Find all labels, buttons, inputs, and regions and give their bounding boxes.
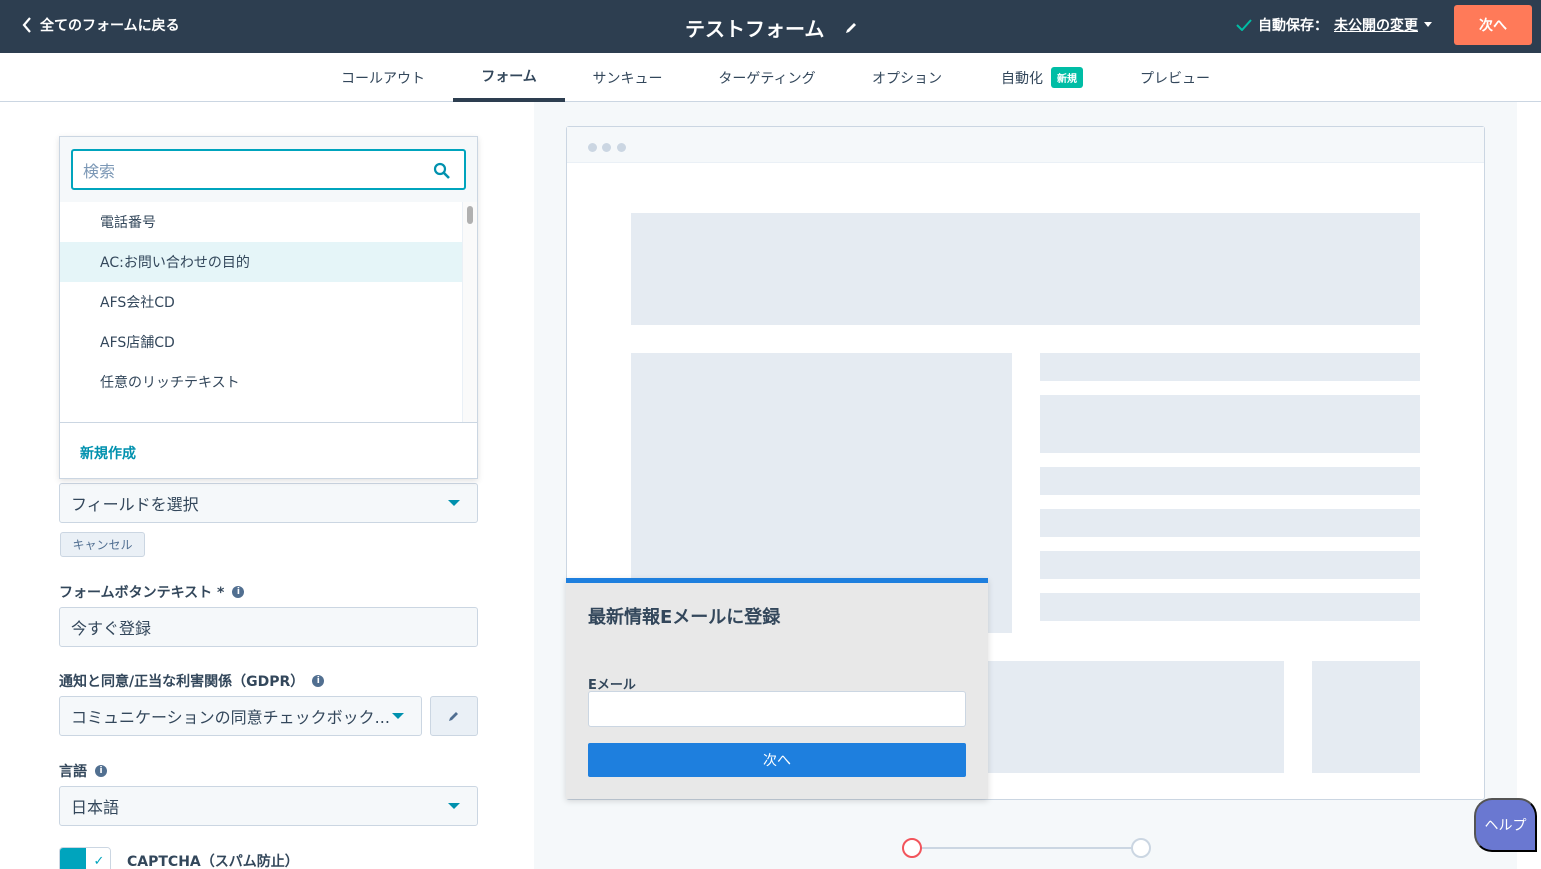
placeholder-line (1040, 395, 1420, 453)
autosave-status: 自動保存： 未公開の変更 (1236, 15, 1432, 35)
placeholder-block (631, 213, 1420, 325)
caret-down-icon (448, 803, 460, 809)
gdpr-label-row: 通知と同意/正当な利害関係（GDPR） i (59, 671, 325, 691)
check-icon (1236, 19, 1252, 31)
info-icon[interactable]: i (95, 765, 107, 777)
captcha-label: CAPTCHA（スパム防止） (127, 854, 299, 869)
window-dot (602, 143, 611, 152)
tab-options[interactable]: オプション (864, 53, 950, 102)
button-text-value: 今すぐ登録 (71, 619, 152, 638)
search-placeholder: 検索 (83, 161, 116, 181)
edit-gdpr-button[interactable] (430, 696, 478, 736)
tab-label: フォーム (481, 68, 537, 85)
language-value: 日本語 (71, 798, 120, 817)
tab-label: コールアウト (341, 70, 425, 87)
caret-down-icon (392, 713, 404, 719)
button-text-input[interactable]: 今すぐ登録 (59, 607, 478, 647)
gdpr-select[interactable]: コミュニケーションの同意チェックボック... (59, 696, 422, 736)
list-item[interactable]: AFS店舗CD (60, 322, 462, 362)
tab-preview[interactable]: プレビュー (1134, 53, 1216, 102)
caret-down-icon (448, 500, 460, 506)
dropdown-search-area: 検索 (60, 137, 477, 202)
chevron-left-icon (22, 17, 31, 33)
placeholder-line (1040, 509, 1420, 537)
tab-form[interactable]: フォーム (453, 53, 565, 102)
form-title: テストフォーム (685, 17, 825, 41)
info-icon[interactable]: i (232, 586, 245, 598)
placeholder-line (1040, 593, 1420, 621)
dropdown-footer: 新規作成 (60, 422, 477, 478)
create-new-link[interactable]: 新規作成 (80, 443, 136, 463)
list-item-label: 電話番号 (100, 215, 156, 231)
tab-label: 自動化 (1001, 70, 1043, 87)
tab-automation[interactable]: 自動化 新規 (990, 53, 1094, 102)
email-field[interactable] (588, 691, 966, 727)
gdpr-label: 通知と同意/正当な利害関係（GDPR） (59, 674, 305, 690)
list-item-label: AC:お問い合わせの目的 (100, 255, 250, 271)
step-indicator[interactable] (1131, 838, 1151, 858)
window-dot (617, 143, 626, 152)
tab-label: プレビュー (1140, 70, 1210, 87)
dropdown-scrollbar[interactable] (462, 202, 477, 422)
scrollbar-thumb[interactable] (467, 206, 473, 224)
pencil-icon (449, 712, 458, 721)
list-item-label: 任意のリッチテキスト (100, 375, 240, 391)
popup-form-preview: 最新情報Eメールに登録 Eメール 次へ (566, 578, 988, 799)
list-item[interactable]: AC:お問い合わせの目的 (60, 242, 462, 282)
placeholder-line (1040, 467, 1420, 495)
gdpr-value: コミュニケーションの同意チェックボック... (71, 708, 390, 727)
list-item[interactable]: 電話番号 (60, 202, 462, 242)
captcha-toggle[interactable]: ✓ (59, 847, 111, 869)
dropdown-list: 電話番号 AC:お問い合わせの目的 AFS会社CD AFS店舗CD 任意のリッチ… (60, 202, 477, 422)
placeholder-line (1040, 353, 1420, 381)
language-label-row: 言語 i (59, 761, 107, 781)
info-icon[interactable]: i (312, 675, 325, 687)
search-input[interactable]: 検索 (71, 149, 466, 190)
next-button[interactable]: 次へ (1454, 5, 1532, 45)
field-select-value: フィールドを選択 (71, 495, 199, 514)
button-text-label-row: フォームボタンテキスト * i (59, 582, 245, 602)
tab-label: オプション (872, 70, 942, 87)
tab-targeting[interactable]: ターゲティング (710, 53, 824, 102)
back-to-forms-label: 全てのフォームに戻る (40, 18, 180, 34)
search-icon (433, 162, 450, 179)
browser-bar (567, 127, 1484, 163)
tab-callout[interactable]: コールアウト (333, 53, 433, 102)
tab-thank-you[interactable]: サンキュー (585, 53, 670, 102)
popup-title: 最新情報Eメールに登録 (588, 607, 781, 628)
tab-label: ターゲティング (718, 70, 816, 87)
list-item[interactable]: AFS会社CD (60, 282, 462, 322)
list-item-label: AFS店舗CD (100, 335, 175, 351)
form-title-area: テストフォーム (685, 13, 858, 42)
autosave-label: 自動保存： (1258, 18, 1328, 34)
placeholder-block (1312, 661, 1420, 773)
language-label: 言語 (59, 764, 87, 780)
unpublished-changes-link[interactable]: 未公開の変更 (1334, 15, 1418, 35)
new-badge: 新規 (1051, 67, 1083, 88)
button-text-label: フォームボタンテキスト * (59, 585, 225, 601)
top-bar: 全てのフォームに戻る テストフォーム 自動保存： 未公開の変更 次へ (0, 0, 1541, 53)
language-select[interactable]: 日本語 (59, 786, 478, 826)
caret-down-icon[interactable] (1424, 22, 1432, 28)
placeholder-line (1040, 551, 1420, 579)
check-icon: ✓ (86, 848, 110, 869)
toggle-on-track (60, 848, 86, 869)
tab-label: サンキュー (592, 70, 663, 87)
field-dropdown: 検索 電話番号 AC:お問い合わせの目的 AFS会社CD AFS店舗CD 任意の… (59, 136, 478, 479)
submit-button[interactable]: 次へ (588, 743, 966, 777)
editor-tabs: コールアウト フォーム サンキュー ターゲティング オプション 自動化 新規 プレ… (0, 53, 1541, 102)
step-indicator-active[interactable] (902, 838, 922, 858)
placeholder-block (957, 661, 1284, 773)
pencil-icon[interactable] (844, 21, 858, 35)
help-button[interactable]: ヘルプ (1474, 798, 1537, 852)
cancel-button[interactable]: キャンセル (60, 532, 145, 557)
field-select[interactable]: フィールドを選択 (59, 483, 478, 523)
list-item[interactable]: 任意のリッチテキスト (60, 362, 462, 402)
list-item-label: AFS会社CD (100, 295, 175, 311)
back-to-forms-link[interactable]: 全てのフォームに戻る (22, 15, 180, 35)
step-track (921, 847, 1132, 849)
page-edge (1517, 102, 1541, 869)
window-dot (588, 143, 597, 152)
